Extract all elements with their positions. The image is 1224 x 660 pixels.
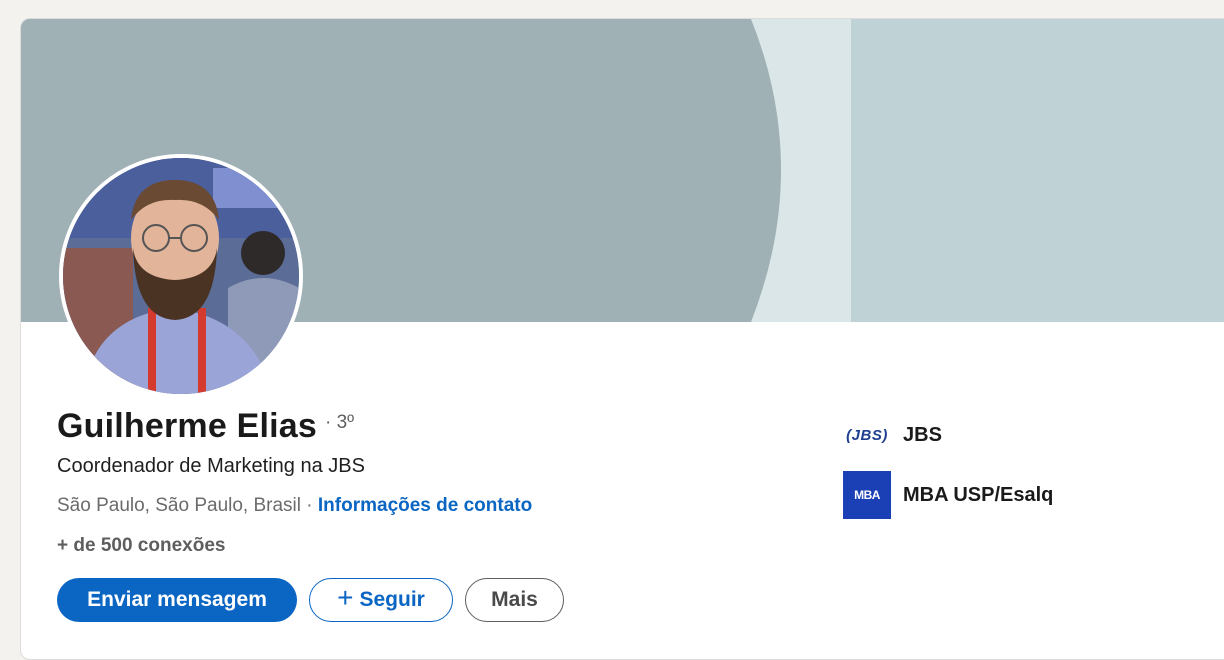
connections-count[interactable]: + de 500 conexões: [57, 535, 797, 563]
profile-name: Guilherme Elias: [57, 407, 317, 445]
location-row: São Paulo, São Paulo, Brasil · Informaçõ…: [57, 495, 797, 523]
send-message-label: Enviar mensagem: [87, 588, 267, 611]
name-row: Guilherme Elias · 3º: [57, 407, 797, 453]
send-message-button[interactable]: Enviar mensagem: [57, 578, 297, 622]
contact-info-link[interactable]: Informações de contato: [318, 495, 532, 516]
follow-button[interactable]: + Seguir: [309, 578, 453, 622]
profile-photo[interactable]: [59, 154, 303, 398]
location-separator: ·: [301, 495, 318, 516]
follow-label: Seguir: [359, 588, 425, 611]
org-item-jbs[interactable]: (JBS) JBS: [843, 411, 1053, 459]
profile-info: Guilherme Elias · 3º Coordenador de Mark…: [57, 407, 797, 622]
profile-headline: Coordenador de Marketing na JBS: [57, 455, 365, 477]
org-item-mba[interactable]: MBA MBA USP/Esalq: [843, 471, 1053, 519]
profile-actions: Enviar mensagem + Seguir Mais: [57, 578, 797, 622]
connection-degree: · 3º: [325, 412, 355, 433]
profile-card: Guilherme Elias · 3º Coordenador de Mark…: [20, 18, 1224, 660]
profile-organizations: (JBS) JBS MBA MBA USP/Esalq: [843, 411, 1053, 531]
more-label: Mais: [491, 588, 538, 611]
plus-icon: +: [337, 582, 354, 613]
more-button[interactable]: Mais: [465, 578, 564, 622]
org-name-jbs: JBS: [903, 423, 942, 446]
jbs-logo-icon: (JBS): [846, 426, 888, 444]
profile-location: São Paulo, São Paulo, Brasil: [57, 495, 301, 516]
mba-logo-icon: MBA: [843, 471, 891, 519]
org-name-mba: MBA USP/Esalq: [903, 483, 1054, 506]
